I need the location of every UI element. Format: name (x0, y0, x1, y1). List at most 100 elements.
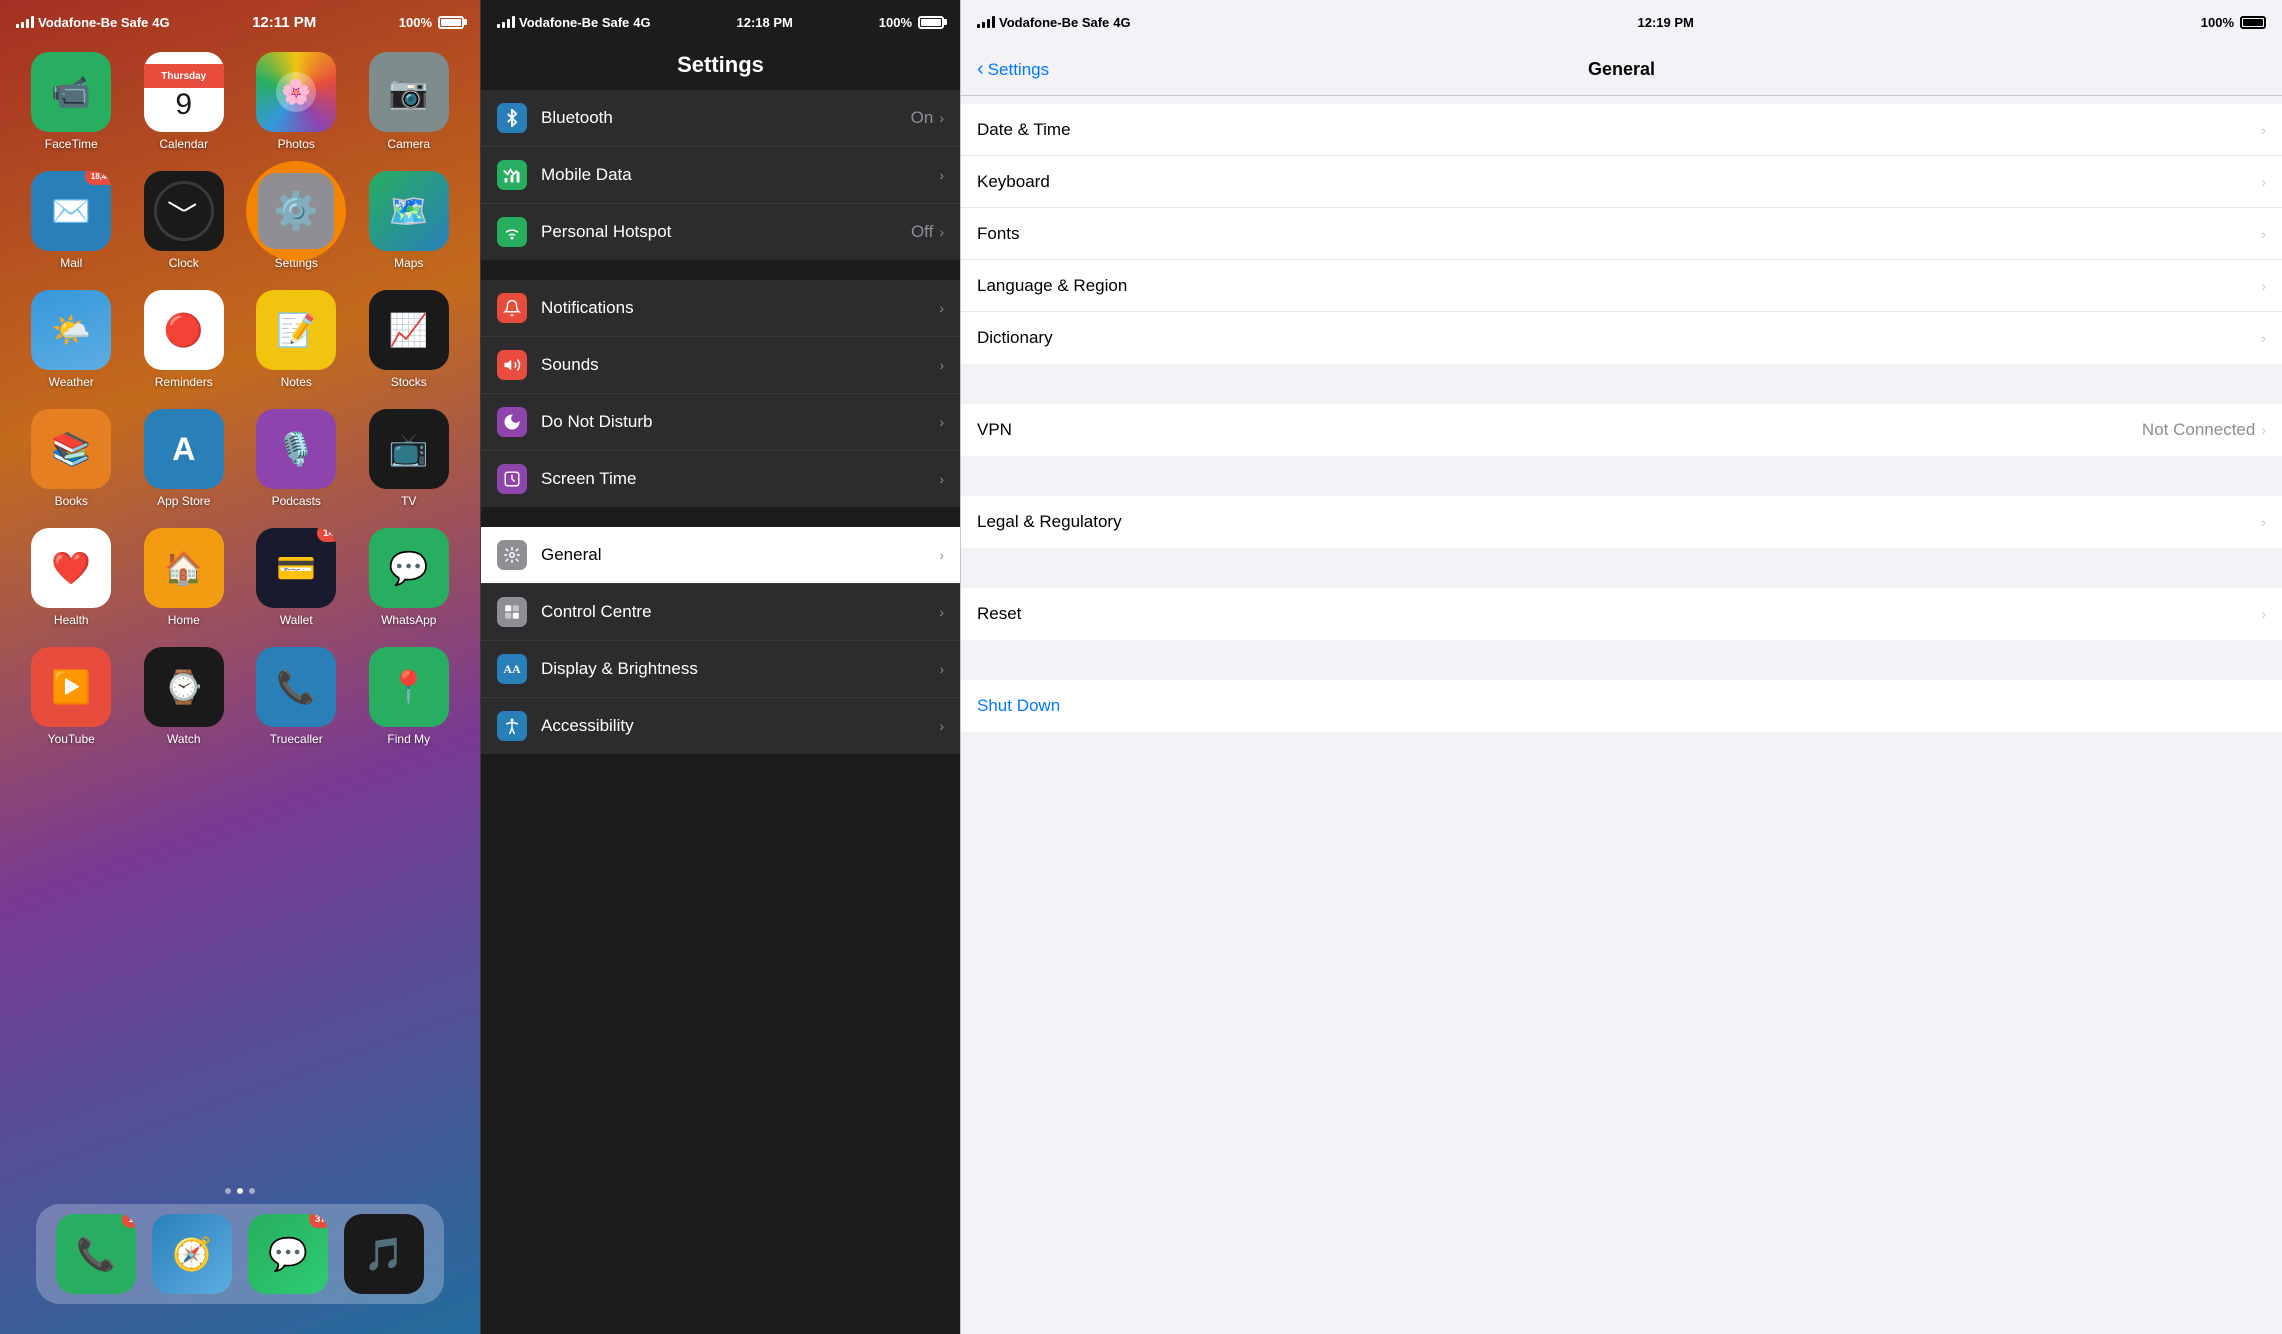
app-wallet[interactable]: 💳 14 Wallet (245, 528, 348, 627)
app-tv[interactable]: 📺 TV (358, 409, 461, 508)
settings-row-display[interactable]: AA Display & Brightness › (481, 641, 960, 698)
youtube-glyph: ▶️ (51, 668, 91, 706)
page-dot-3[interactable] (249, 1188, 255, 1194)
battery-icon-p2 (918, 16, 944, 29)
app-home[interactable]: 🏠 Home (133, 528, 236, 627)
dock-phone[interactable]: 📞 1 (56, 1214, 136, 1294)
page-dot-1[interactable] (225, 1188, 231, 1194)
app-youtube[interactable]: ▶️ YouTube (20, 647, 123, 746)
donotdisturb-chevron: › (939, 414, 944, 430)
notifications-chevron: › (939, 300, 944, 316)
settings-list[interactable]: Bluetooth On › Mobile Data › (481, 90, 960, 1334)
signal-icon-p3 (977, 16, 995, 28)
back-button[interactable]: ‹ Settings (977, 58, 1049, 81)
clock-face (154, 181, 214, 241)
tv-icon: 📺 (369, 409, 449, 489)
battery-fill-p3 (2243, 19, 2263, 26)
app-appstore[interactable]: A App Store (133, 409, 236, 508)
safari-icon: 🧭 (152, 1214, 232, 1294)
settings-row-hotspot[interactable]: Personal Hotspot Off › (481, 204, 960, 260)
hotspot-label: Personal Hotspot (541, 222, 911, 242)
app-facetime[interactable]: 📹 FaceTime (20, 52, 123, 151)
mobiledata-chevron: › (939, 167, 944, 183)
general-row-language[interactable]: Language & Region › (961, 260, 2282, 312)
status-right: 100% (399, 15, 464, 30)
general-row-shutdown[interactable]: Shut Down (961, 680, 2282, 732)
app-whatsapp[interactable]: 💬 WhatsApp (358, 528, 461, 627)
app-watch[interactable]: ⌚ Watch (133, 647, 236, 746)
maps-label: Maps (394, 256, 423, 270)
controlcentre-chevron: › (939, 604, 944, 620)
general-row-vpn[interactable]: VPN Not Connected › (961, 404, 2282, 456)
time-p3: 12:19 PM (1638, 15, 1694, 30)
app-clock[interactable]: Clock (133, 171, 236, 270)
status-right-p3: 100% (2201, 15, 2266, 30)
settings-row-notifications[interactable]: Notifications › (481, 280, 960, 337)
settings-row-screentime[interactable]: Screen Time › (481, 451, 960, 507)
dictionary-chevron: › (2261, 330, 2266, 346)
sounds-icon (497, 350, 527, 380)
dock-safari[interactable]: 🧭 (152, 1214, 232, 1294)
app-maps[interactable]: 🗺️ Maps (358, 171, 461, 270)
weather-glyph: 🌤️ (51, 311, 91, 349)
settings-section-general: General › Control Centre › (481, 527, 960, 754)
settings-row-general[interactable]: General › (481, 527, 960, 584)
truecaller-label: Truecaller (270, 732, 323, 746)
page-dot-2[interactable] (237, 1188, 243, 1194)
settings-row-controlcentre[interactable]: Control Centre › (481, 584, 960, 641)
app-weather[interactable]: 🌤️ Weather (20, 290, 123, 389)
home-icon: 🏠 (144, 528, 224, 608)
general-list[interactable]: Date & Time › Keyboard › Fonts › Languag… (961, 96, 2282, 1334)
general-row-dictionary[interactable]: Dictionary › (961, 312, 2282, 364)
fonts-chevron: › (2261, 226, 2266, 242)
language-chevron: › (2261, 278, 2266, 294)
dock-music[interactable]: 🎵 (344, 1214, 424, 1294)
battery-fill-p2 (921, 19, 941, 26)
camera-glyph: 📷 (389, 73, 429, 111)
notifications-icon (497, 293, 527, 323)
general-row-reset[interactable]: Reset › (961, 588, 2282, 640)
general-icon (497, 540, 527, 570)
dock-messages[interactable]: 💬 37 (248, 1214, 328, 1294)
settings-row-donotdisturb[interactable]: Do Not Disturb › (481, 394, 960, 451)
time-label: 12:11 PM (252, 14, 316, 31)
settings-row-sounds[interactable]: Sounds › (481, 337, 960, 394)
app-podcasts[interactable]: 🎙️ Podcasts (245, 409, 348, 508)
network-p2: 4G (633, 15, 650, 30)
general-section-reset: Reset › (961, 588, 2282, 640)
general-row-legal[interactable]: Legal & Regulatory › (961, 496, 2282, 548)
general-row-fonts[interactable]: Fonts › (961, 208, 2282, 260)
app-truecaller[interactable]: 📞 Truecaller (245, 647, 348, 746)
signal-icon-p2 (497, 16, 515, 28)
settings-row-mobiledata[interactable]: Mobile Data › (481, 147, 960, 204)
app-photos[interactable]: 🌸 Photos (245, 52, 348, 151)
app-camera[interactable]: 📷 Camera (358, 52, 461, 151)
notes-icon: 📝 (256, 290, 336, 370)
app-notes[interactable]: 📝 Notes (245, 290, 348, 389)
podcasts-glyph: 🎙️ (276, 430, 316, 468)
app-settings[interactable]: ⚙️ Settings (245, 171, 348, 270)
app-reminders[interactable]: 🔴 Reminders (133, 290, 236, 389)
app-stocks[interactable]: 📈 Stocks (358, 290, 461, 389)
donotdisturb-icon (497, 407, 527, 437)
app-books[interactable]: 📚 Books (20, 409, 123, 508)
appstore-label: App Store (157, 494, 210, 508)
general-row-datetime[interactable]: Date & Time › (961, 104, 2282, 156)
settings-row-accessibility[interactable]: Accessibility › (481, 698, 960, 754)
settings-row-bluetooth[interactable]: Bluetooth On › (481, 90, 960, 147)
phone-glyph: 📞 (76, 1235, 116, 1273)
app-calendar[interactable]: Thursday 9 Calendar (133, 52, 236, 151)
photos-label: Photos (278, 137, 315, 151)
app-health[interactable]: ❤️ Health (20, 528, 123, 627)
phone-icon: 📞 1 (56, 1214, 136, 1294)
wallet-label: Wallet (280, 613, 313, 627)
mobiledata-label: Mobile Data (541, 165, 933, 185)
health-icon: ❤️ (31, 528, 111, 608)
clock-label: Clock (169, 256, 199, 270)
app-mail[interactable]: ✉️ 18,487 Mail (20, 171, 123, 270)
books-label: Books (55, 494, 88, 508)
weather-label: Weather (49, 375, 94, 389)
stocks-label: Stocks (391, 375, 427, 389)
app-findmy[interactable]: 📍 Find My (358, 647, 461, 746)
general-row-keyboard[interactable]: Keyboard › (961, 156, 2282, 208)
